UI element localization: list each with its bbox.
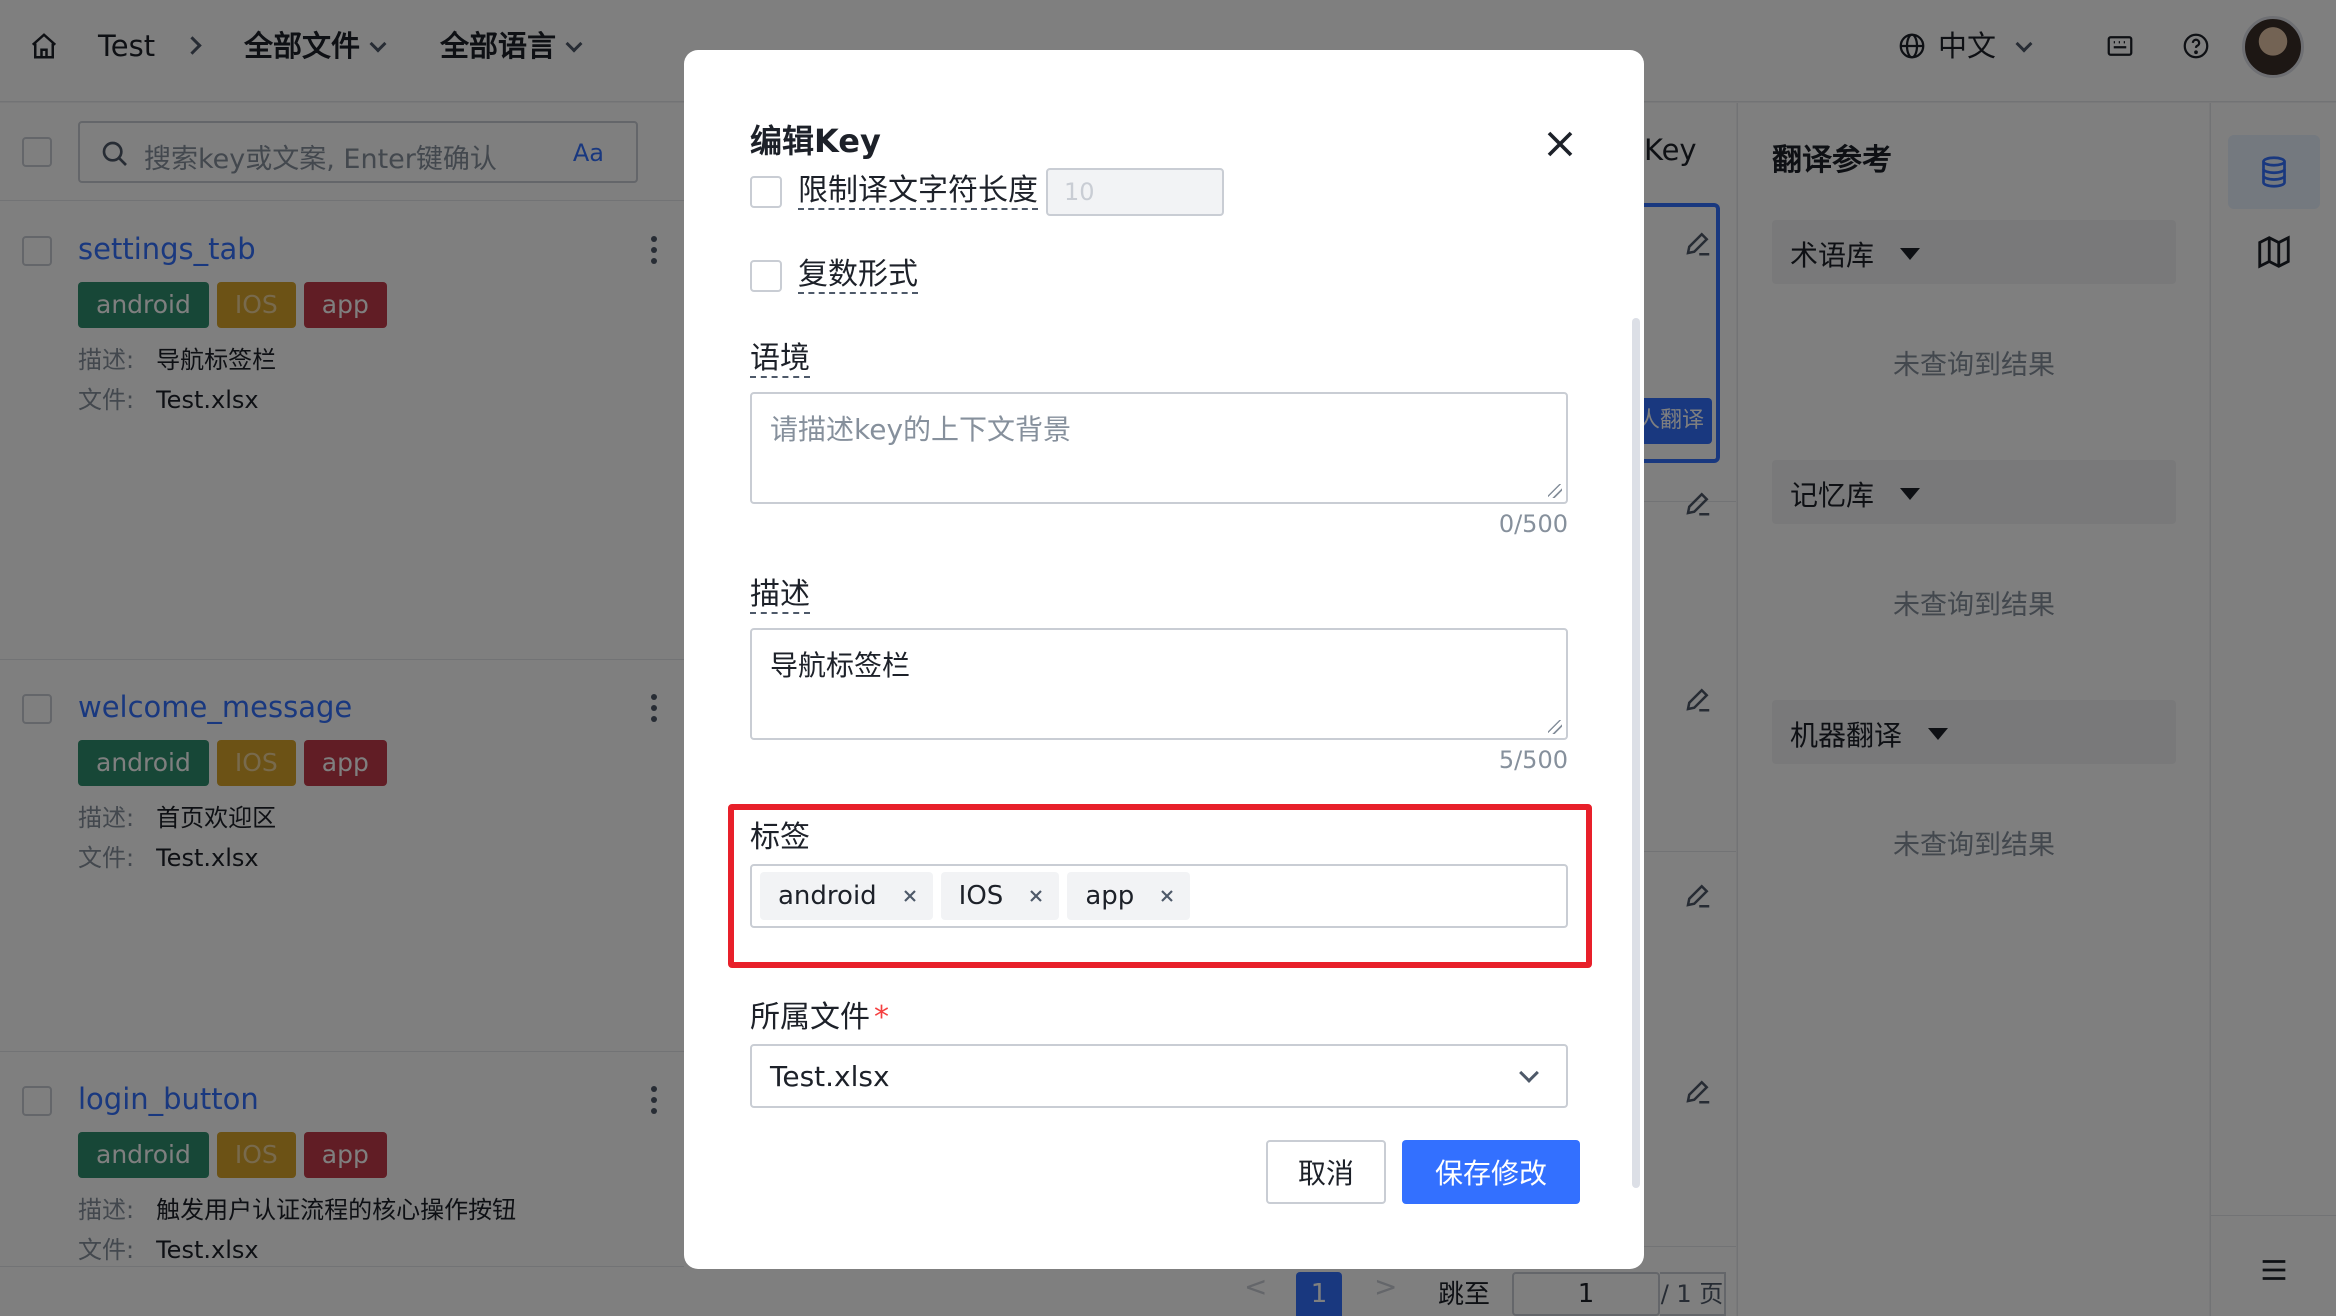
close-icon[interactable] <box>1538 122 1582 166</box>
plural-label: 复数形式 <box>798 257 918 294</box>
context-textarea[interactable]: 请描述key的上下文背景 <box>750 392 1568 504</box>
cancel-button[interactable]: 取消 <box>1266 1140 1386 1204</box>
chevron-down-icon <box>1519 1063 1539 1083</box>
tags-highlight-box <box>728 804 1592 968</box>
description-textarea[interactable]: 导航标签栏 <box>750 628 1568 740</box>
description-label: 描述 <box>750 577 810 614</box>
limit-length-checkbox[interactable] <box>750 176 782 208</box>
save-button[interactable]: 保存修改 <box>1402 1140 1580 1204</box>
resize-handle-icon[interactable] <box>1548 720 1562 734</box>
plural-checkbox[interactable] <box>750 260 782 292</box>
description-char-count: 5/500 <box>1498 746 1568 774</box>
required-mark: * <box>874 1000 889 1035</box>
context-placeholder: 请描述key的上下文背景 <box>770 413 1072 446</box>
context-char-count: 0/500 <box>1498 510 1568 538</box>
resize-handle-icon[interactable] <box>1548 484 1562 498</box>
description-value: 导航标签栏 <box>770 649 911 682</box>
limit-length-label: 限制译文字符长度 <box>798 173 1038 210</box>
file-select[interactable]: Test.xlsx <box>750 1044 1568 1108</box>
dialog-scrollbar[interactable] <box>1632 318 1640 1188</box>
limit-length-input[interactable]: 10 <box>1046 168 1224 216</box>
file-select-value: Test.xlsx <box>770 1060 890 1093</box>
dialog-title: 编辑Key <box>750 122 881 160</box>
edit-key-dialog: 编辑Key 限制译文字符长度 10 复数形式 语境 请描述key的上下文背景 0… <box>684 50 1644 1269</box>
context-label: 语境 <box>750 341 810 378</box>
file-label: 所属文件 * <box>750 1000 889 1035</box>
